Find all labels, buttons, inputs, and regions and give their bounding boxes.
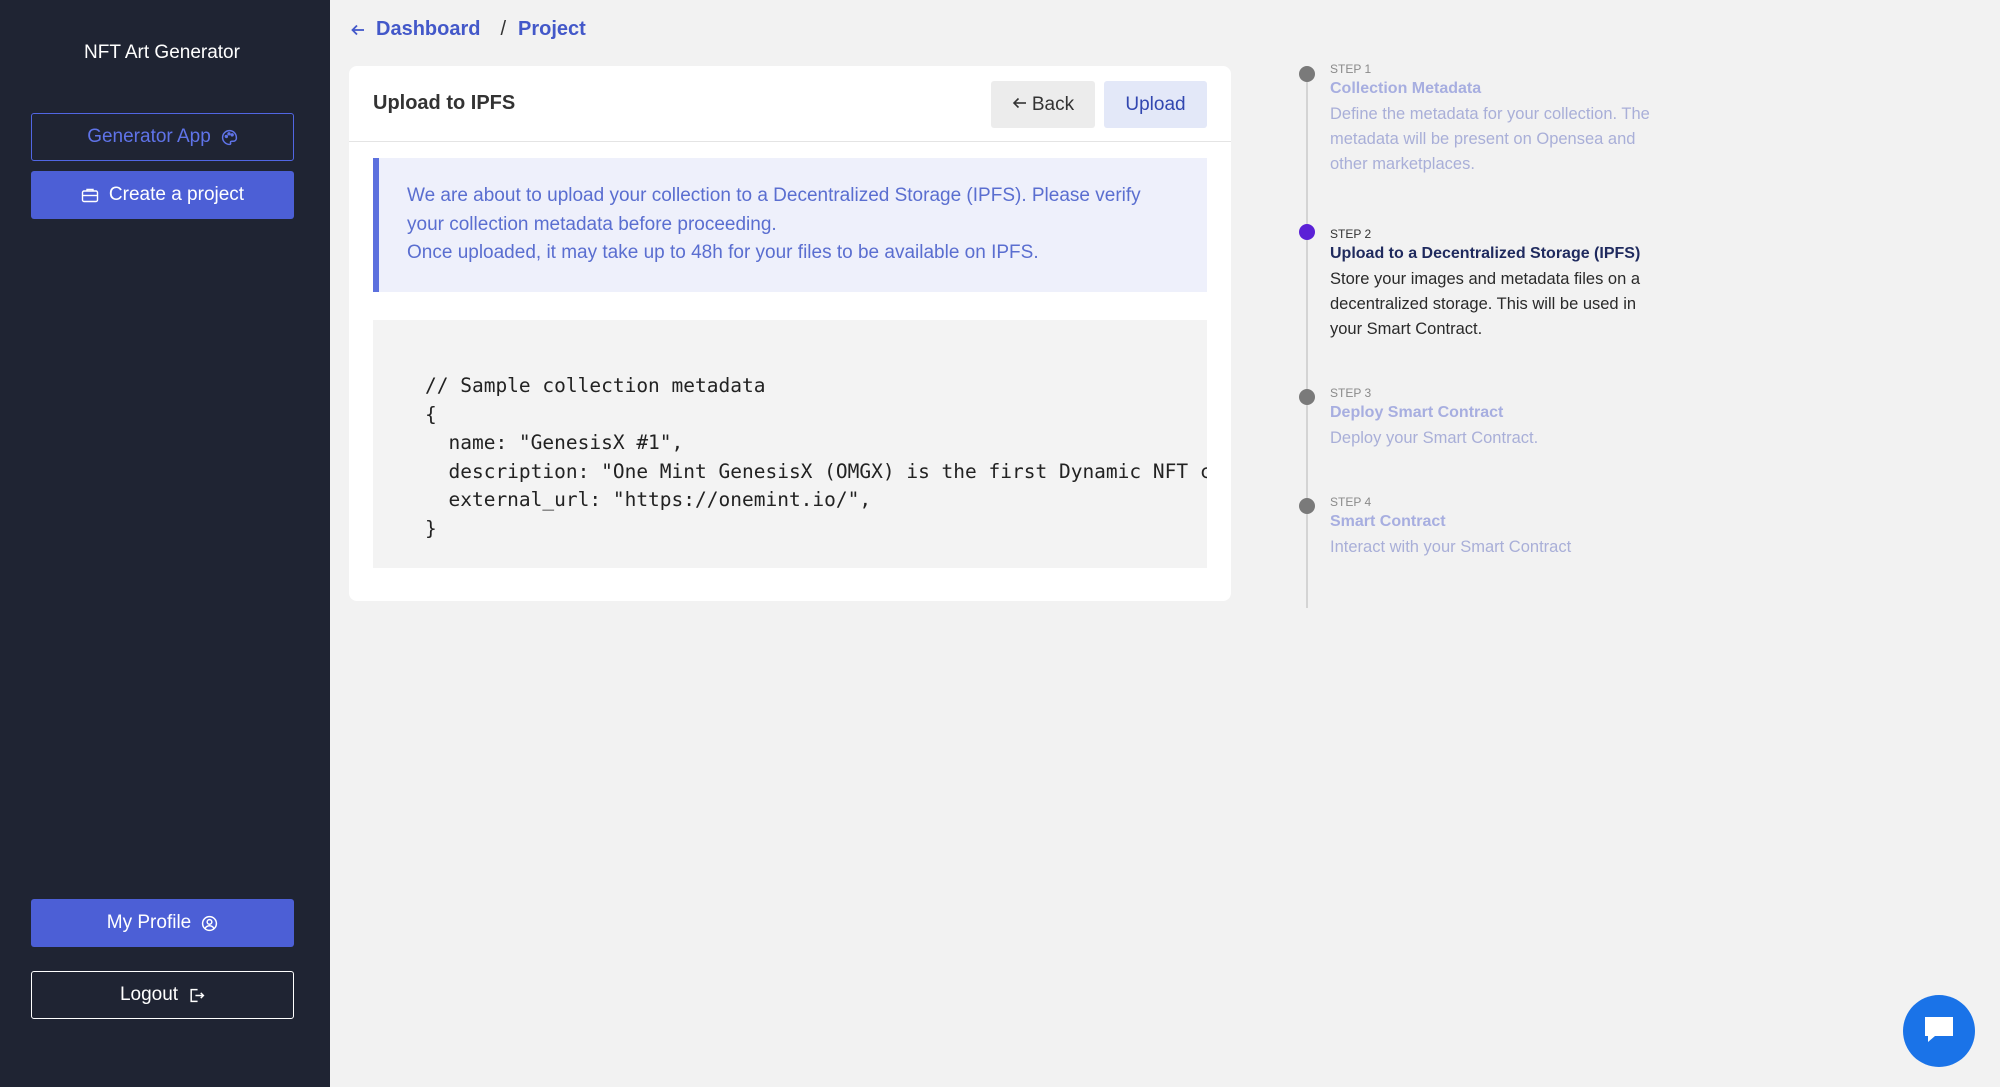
arrow-left-icon	[1012, 94, 1028, 116]
generator-app-label: Generator App	[87, 126, 211, 147]
step-description: Interact with your Smart Contract	[1330, 538, 1572, 556]
notice-text-line2: Once uploaded, it may take up to 48h for…	[407, 242, 1039, 263]
step-label: STEP 4	[1330, 495, 1372, 509]
timeline-line	[1306, 72, 1308, 608]
card-title: Upload to IPFS	[373, 92, 516, 114]
my-profile-label: My Profile	[106, 912, 192, 933]
step-title: Smart Contract	[1330, 513, 1446, 530]
step-dot-2	[1299, 224, 1315, 240]
sidebar: NFT Art Generator Generator App Create a…	[0, 0, 330, 1087]
generator-app-button[interactable]: Generator App	[31, 113, 294, 161]
step-dot-1	[1299, 66, 1315, 82]
breadcrumb-separator: /	[500, 18, 507, 40]
user-circle-icon	[201, 915, 218, 932]
step-dot-3	[1299, 389, 1315, 405]
breadcrumb: Dashboard / Project	[350, 18, 586, 41]
chat-icon	[1922, 1013, 1956, 1050]
arrow-left-icon[interactable]	[350, 22, 366, 38]
step-label: STEP 3	[1330, 386, 1372, 400]
chat-button[interactable]	[1903, 995, 1975, 1067]
brand-title: NFT Art Generator	[84, 42, 240, 63]
metadata-code-block: // Sample collection metadata { name: "G…	[373, 320, 1207, 568]
step-description: Define the metadata for your collection.…	[1330, 105, 1650, 173]
briefcase-icon	[81, 187, 99, 203]
upload-button[interactable]: Upload	[1104, 81, 1207, 128]
my-profile-button[interactable]: My Profile	[31, 899, 294, 947]
step-description: Store your images and metadata files on …	[1330, 270, 1641, 338]
upload-card: Upload to IPFS Back Upload We are about …	[349, 66, 1231, 601]
card-header: Upload to IPFS Back Upload	[349, 66, 1231, 142]
step-title: Collection Metadata	[1330, 80, 1482, 97]
back-button[interactable]: Back	[991, 81, 1095, 128]
create-project-button[interactable]: Create a project	[31, 171, 294, 219]
step-3[interactable]: STEP 3 Deploy Smart Contract Deploy your…	[1330, 386, 1670, 451]
info-notice: We are about to upload your collection t…	[373, 158, 1207, 292]
step-2[interactable]: STEP 2 Upload to a Decentralized Storage…	[1330, 227, 1670, 342]
step-title: Deploy Smart Contract	[1330, 404, 1504, 421]
step-4[interactable]: STEP 4 Smart Contract Interact with your…	[1330, 495, 1670, 560]
breadcrumb-dashboard-link[interactable]: Dashboard	[376, 18, 480, 41]
step-title: Upload to a Decentralized Storage (IPFS)	[1330, 245, 1641, 262]
step-description: Deploy your Smart Contract.	[1330, 429, 1539, 447]
create-project-label: Create a project	[108, 184, 245, 205]
logout-label: Logout	[119, 984, 179, 1005]
logout-button[interactable]: Logout	[31, 971, 294, 1019]
palette-icon	[221, 129, 238, 146]
step-label: STEP 2	[1330, 227, 1372, 241]
step-1[interactable]: STEP 1 Collection Metadata Define the me…	[1330, 62, 1670, 177]
breadcrumb-project-link[interactable]: Project	[518, 18, 586, 41]
notice-text-line1: We are about to upload your collection t…	[407, 185, 1141, 235]
back-label: Back	[1031, 93, 1075, 115]
step-dot-4	[1299, 498, 1315, 514]
step-label: STEP 1	[1330, 62, 1372, 76]
logout-icon	[188, 987, 205, 1004]
